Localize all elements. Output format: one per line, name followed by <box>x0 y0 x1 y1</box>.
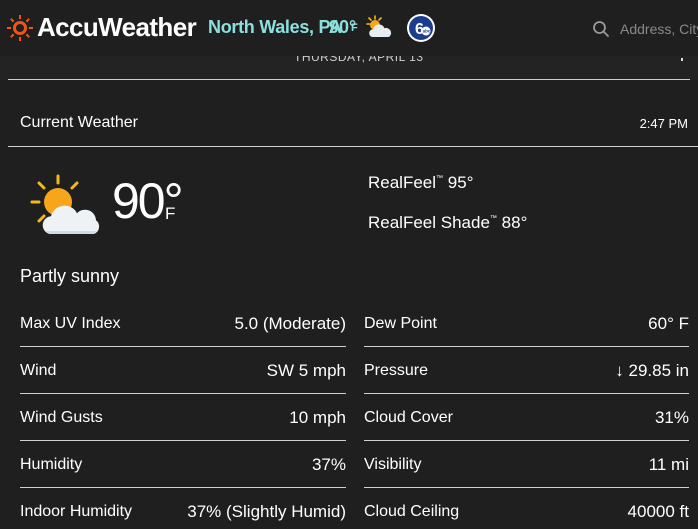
detail-row-dew-point: Dew Point 60° F <box>364 300 689 347</box>
accuweather-sun-logo-icon[interactable] <box>7 15 33 41</box>
detail-value: 37% <box>311 455 346 474</box>
site-header: AccuWeather North Wales, PA 90° F 6 abc <box>0 0 698 56</box>
detail-value: 11 mi <box>648 455 689 474</box>
detail-label: Wind <box>20 362 57 379</box>
realfeel-shade-value: 88° <box>501 213 528 232</box>
detail-row-humidity: Humidity 37% <box>20 441 346 488</box>
current-weather-card: Current Weather 2:47 PM 90° F RealFeel™ … <box>0 80 698 529</box>
trademark-mark: ™ <box>436 175 444 182</box>
banner-date: THURSDAY, APRIL 13 <box>294 56 424 64</box>
detail-value: ↓ 29.85 in <box>615 361 689 380</box>
detail-label: Visibility <box>364 456 422 473</box>
detail-row-cloud-ceiling: Cloud Ceiling 40000 ft <box>364 488 689 529</box>
svg-text:abc: abc <box>423 29 431 34</box>
detail-label: Wind Gusts <box>20 409 103 426</box>
detail-value: 10 mph <box>289 408 346 427</box>
brand-logo-text[interactable]: AccuWeather <box>37 12 197 43</box>
card-divider <box>8 146 698 147</box>
observation-time: 2:47 PM <box>639 116 688 131</box>
realfeel-shade: RealFeel Shade™ 88° <box>368 213 527 233</box>
detail-row-indoor-humidity: Indoor Humidity 37% (Slightly Humid) <box>20 488 346 529</box>
detail-value: SW 5 mph <box>266 361 346 380</box>
detail-row-visibility: Visibility 11 mi <box>364 441 689 488</box>
realfeel-shade-label: RealFeel Shade <box>368 213 490 232</box>
detail-row-wind: Wind SW 5 mph <box>20 347 346 394</box>
banner-marker <box>681 58 683 61</box>
weather-phrase: Partly sunny <box>20 266 120 286</box>
realfeel-label: RealFeel <box>368 173 437 192</box>
partly-sunny-icon <box>30 174 100 234</box>
trademark-mark: ™ <box>489 215 497 222</box>
detail-row-wind-gusts: Wind Gusts 10 mph <box>20 394 346 441</box>
detail-value: 40000 ft <box>627 502 689 521</box>
detail-value: 37% (Slightly Humid) <box>187 502 346 521</box>
detail-row-cloud-cover: Cloud Cover 31% <box>364 394 689 441</box>
realfeel: RealFeel™ 95° <box>368 173 474 193</box>
detail-value: 31% <box>654 408 689 427</box>
date-banner: THURSDAY, APRIL 13 <box>0 56 698 80</box>
realfeel-value: 95° <box>447 173 474 192</box>
header-location[interactable]: North Wales, PA <box>208 17 342 38</box>
header-temperature-unit: F <box>351 22 358 34</box>
detail-label: Dew Point <box>364 315 437 332</box>
search-icon[interactable] <box>592 20 610 38</box>
detail-value: 60° F <box>648 314 689 333</box>
search-input[interactable] <box>620 18 698 40</box>
detail-label: Indoor Humidity <box>20 503 133 520</box>
detail-label: Humidity <box>20 456 83 473</box>
temperature-unit: F <box>165 204 176 223</box>
detail-label: Max UV Index <box>20 315 121 332</box>
detail-value: 5.0 (Moderate) <box>234 314 347 333</box>
detail-row-pressure: Pressure ↓ 29.85 in <box>364 347 689 394</box>
6abc-logo-icon[interactable]: 6 abc <box>406 13 436 43</box>
detail-label: Cloud Cover <box>364 409 453 426</box>
partly-sunny-icon <box>366 15 392 37</box>
detail-row-max-uv-index: Max UV Index 5.0 (Moderate) <box>20 300 346 347</box>
card-title: Current Weather <box>20 114 138 131</box>
detail-label: Pressure <box>364 362 429 379</box>
detail-label: Cloud Ceiling <box>364 503 460 520</box>
